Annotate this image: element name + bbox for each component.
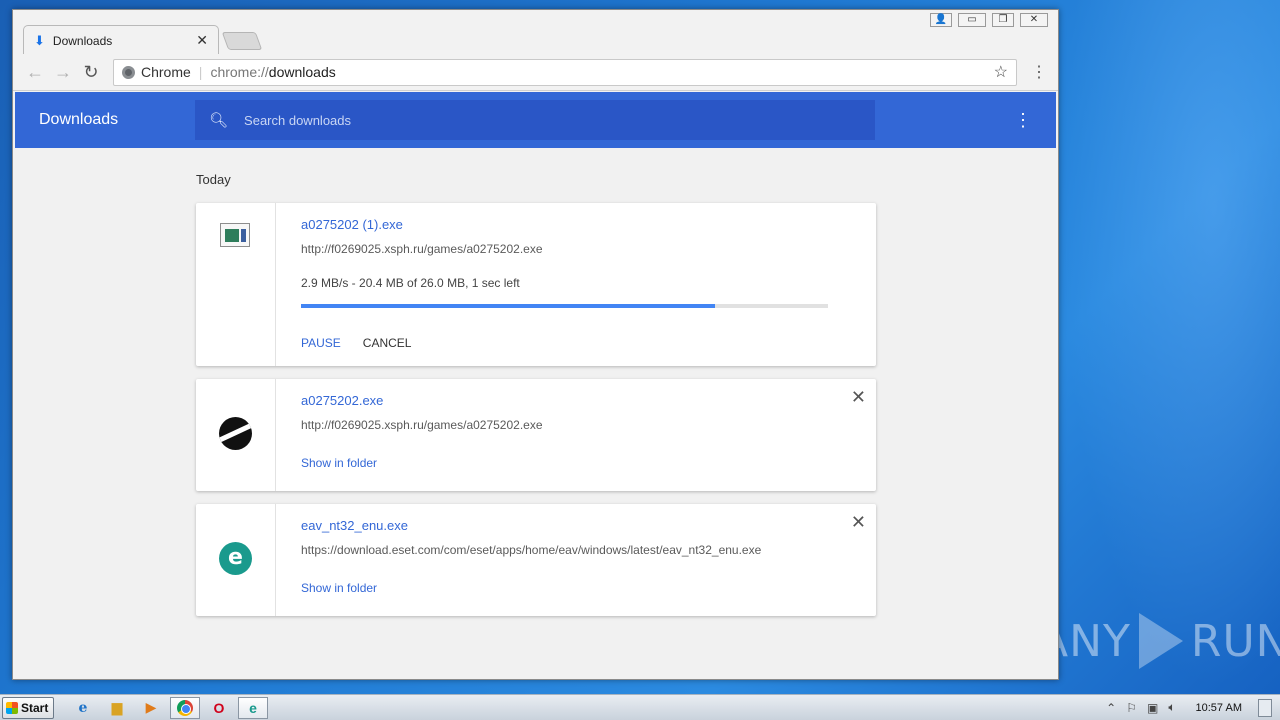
folder-icon: ▆ xyxy=(111,699,123,715)
system-tray: ⌃ ⚐ ▣ 🔈︎ 10:57 AM xyxy=(1106,698,1280,717)
taskbar-eset[interactable]: e xyxy=(238,696,268,719)
media-player-icon: ▶ xyxy=(145,699,157,715)
clock[interactable]: 10:57 AM xyxy=(1196,702,1242,714)
file-url[interactable]: https://download.eset.com/com/eset/apps/… xyxy=(301,543,846,557)
file-url[interactable]: http://f0269025.xsph.ru/games/a0275202.e… xyxy=(301,242,846,256)
file-icon-column: e xyxy=(196,504,276,616)
download-item: e eav_nt32_enu.exe https://download.eset… xyxy=(196,504,876,616)
download-details: a0275202.exe http://f0269025.xsph.ru/gam… xyxy=(301,393,846,470)
file-name-link[interactable]: a0275202 (1).exe xyxy=(301,217,846,232)
search-icon: 🔍︎ xyxy=(209,112,229,129)
desktop-background xyxy=(1060,0,1280,690)
remove-download-icon[interactable]: ✕ xyxy=(851,387,866,408)
download-status: 2.9 MB/s - 20.4 MB of 26.0 MB, 1 sec lef… xyxy=(301,276,520,290)
play-icon xyxy=(1138,613,1183,669)
url-scheme: chrome:// xyxy=(210,64,269,80)
file-icon-column xyxy=(196,379,276,491)
show-in-folder-link[interactable]: Show in folder xyxy=(301,456,846,470)
windows-taskbar: Start e ▆ ▶ O e ⌃ ⚐ ▣ 🔈︎ 10:57 AM xyxy=(0,694,1280,720)
opera-icon: O xyxy=(213,699,225,716)
page-title: Downloads xyxy=(39,111,119,128)
remove-download-icon[interactable]: ✕ xyxy=(851,512,866,533)
exe-file-icon xyxy=(220,223,250,247)
title-bar: ⬇ Downloads ✕ 👤 ▭ ❐ ✕ xyxy=(13,10,1058,55)
site-name: Chrome xyxy=(141,64,191,80)
downloads-header: Downloads 🔍︎ Search downloads ⋮ xyxy=(15,92,1056,148)
download-actions: PAUSE CANCEL xyxy=(301,336,846,350)
back-icon[interactable]: ← xyxy=(21,62,49,83)
taskbar-internet-explorer[interactable]: e xyxy=(68,697,98,719)
tab-close-icon[interactable]: ✕ xyxy=(196,32,208,49)
browser-menu-icon[interactable]: ⋮ xyxy=(1031,62,1047,82)
download-icon: ⬇ xyxy=(34,32,45,48)
downloads-page: Downloads 🔍︎ Search downloads ⋮ Today a0… xyxy=(15,92,1056,679)
action-center-flag-icon[interactable]: ⚐ xyxy=(1126,701,1137,715)
minimize-button[interactable]: ▭ xyxy=(958,13,986,27)
download-progress-bar xyxy=(301,304,828,308)
bookmark-star-icon[interactable]: ☆ xyxy=(994,62,1008,82)
tray-expand-icon[interactable]: ⌃ xyxy=(1106,701,1116,715)
file-name-link[interactable]: eav_nt32_enu.exe xyxy=(301,518,846,533)
search-input[interactable]: 🔍︎ Search downloads xyxy=(195,100,875,140)
taskbar-opera[interactable]: O xyxy=(204,697,234,719)
maximize-button[interactable]: ❐ xyxy=(992,13,1014,27)
new-tab-button[interactable] xyxy=(221,32,263,50)
volume-icon[interactable]: 🔈︎ xyxy=(1168,700,1175,715)
taskbar-file-explorer[interactable]: ▆ xyxy=(102,697,132,719)
more-options-icon[interactable]: ⋮ xyxy=(1014,110,1032,131)
cancel-button[interactable]: CANCEL xyxy=(363,336,412,350)
taskbar-chrome[interactable] xyxy=(170,696,200,719)
internet-explorer-icon: e xyxy=(78,699,88,716)
watermark-right-text: RUN xyxy=(1190,615,1280,667)
eset-icon: e xyxy=(219,542,252,575)
download-details: eav_nt32_enu.exe https://download.eset.c… xyxy=(301,518,846,595)
download-item: a0275202.exe http://f0269025.xsph.ru/gam… xyxy=(196,379,876,491)
window-controls: 👤 ▭ ❐ ✕ xyxy=(930,13,1048,27)
download-item: a0275202 (1).exe http://f0269025.xsph.ru… xyxy=(196,203,876,366)
start-button[interactable]: Start xyxy=(2,696,54,719)
eset-icon: e xyxy=(249,699,257,716)
address-bar[interactable]: Chrome | chrome:// downloads ☆ xyxy=(113,58,1017,86)
forward-icon[interactable]: → xyxy=(49,62,77,83)
file-name-link[interactable]: a0275202.exe xyxy=(301,393,846,408)
browser-toolbar: ← → ↻ Chrome | chrome:// downloads ☆ ⋮ xyxy=(13,54,1058,91)
chrome-icon xyxy=(122,65,135,79)
app-s-icon xyxy=(219,417,252,450)
browser-window: ⬇ Downloads ✕ 👤 ▭ ❐ ✕ ← → ↻ Chrome | chr… xyxy=(12,9,1059,680)
omnibox-separator: | xyxy=(198,64,203,80)
anyrun-watermark: ANY RUN xyxy=(1038,606,1280,676)
network-icon[interactable]: ▣ xyxy=(1147,701,1158,715)
reload-icon[interactable]: ↻ xyxy=(77,62,105,83)
progress-fill xyxy=(301,304,715,308)
date-section-label: Today xyxy=(196,172,231,187)
download-details: a0275202 (1).exe http://f0269025.xsph.ru… xyxy=(301,217,846,350)
windows-logo-icon xyxy=(6,701,18,714)
start-label: Start xyxy=(21,700,49,715)
user-icon[interactable]: 👤 xyxy=(930,13,952,27)
tab-downloads[interactable]: ⬇ Downloads ✕ xyxy=(23,25,219,55)
file-url[interactable]: http://f0269025.xsph.ru/games/a0275202.e… xyxy=(301,418,846,432)
url-host: downloads xyxy=(268,64,336,80)
search-placeholder: Search downloads xyxy=(244,112,352,128)
pause-button[interactable]: PAUSE xyxy=(301,336,341,350)
show-in-folder-link[interactable]: Show in folder xyxy=(301,581,846,595)
close-window-button[interactable]: ✕ xyxy=(1020,13,1048,27)
taskbar-media-player[interactable]: ▶ xyxy=(136,697,166,719)
taskbar-apps: e ▆ ▶ O e xyxy=(68,696,268,719)
show-desktop-button[interactable] xyxy=(1258,698,1272,717)
tab-title: Downloads xyxy=(52,33,113,48)
file-icon-column xyxy=(196,203,276,366)
chrome-icon xyxy=(177,699,193,716)
